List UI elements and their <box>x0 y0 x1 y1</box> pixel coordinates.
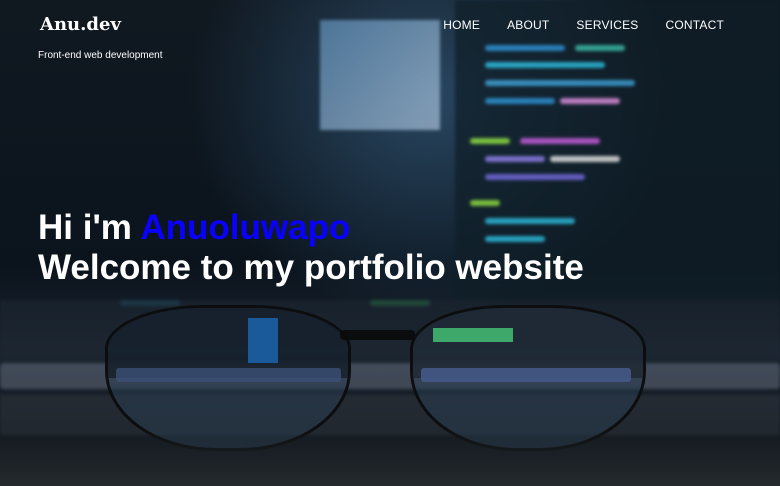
hero-greeting-line: Hi i'm Anuoluwapo <box>38 208 584 248</box>
hero-headline: Hi i'm Anuoluwapo Welcome to my portfoli… <box>38 208 584 288</box>
nav-contact[interactable]: CONTACT <box>665 18 724 32</box>
hero-section: Anu.dev Front-end web development HOME A… <box>0 0 780 486</box>
tagline: Front-end web development <box>38 50 163 61</box>
nav-home[interactable]: HOME <box>443 18 480 32</box>
hero-greeting: Hi i'm <box>38 208 132 247</box>
bottom-shade <box>0 426 780 486</box>
nav-services[interactable]: SERVICES <box>576 18 638 32</box>
logo[interactable]: Anu.dev <box>40 14 121 35</box>
main-nav: HOME ABOUT SERVICES CONTACT <box>443 18 724 32</box>
hero-welcome: Welcome to my portfolio website <box>38 248 584 287</box>
hero-name: Anuoluwapo <box>140 208 351 247</box>
glasses-bridge <box>340 330 415 340</box>
nav-about[interactable]: ABOUT <box>507 18 549 32</box>
